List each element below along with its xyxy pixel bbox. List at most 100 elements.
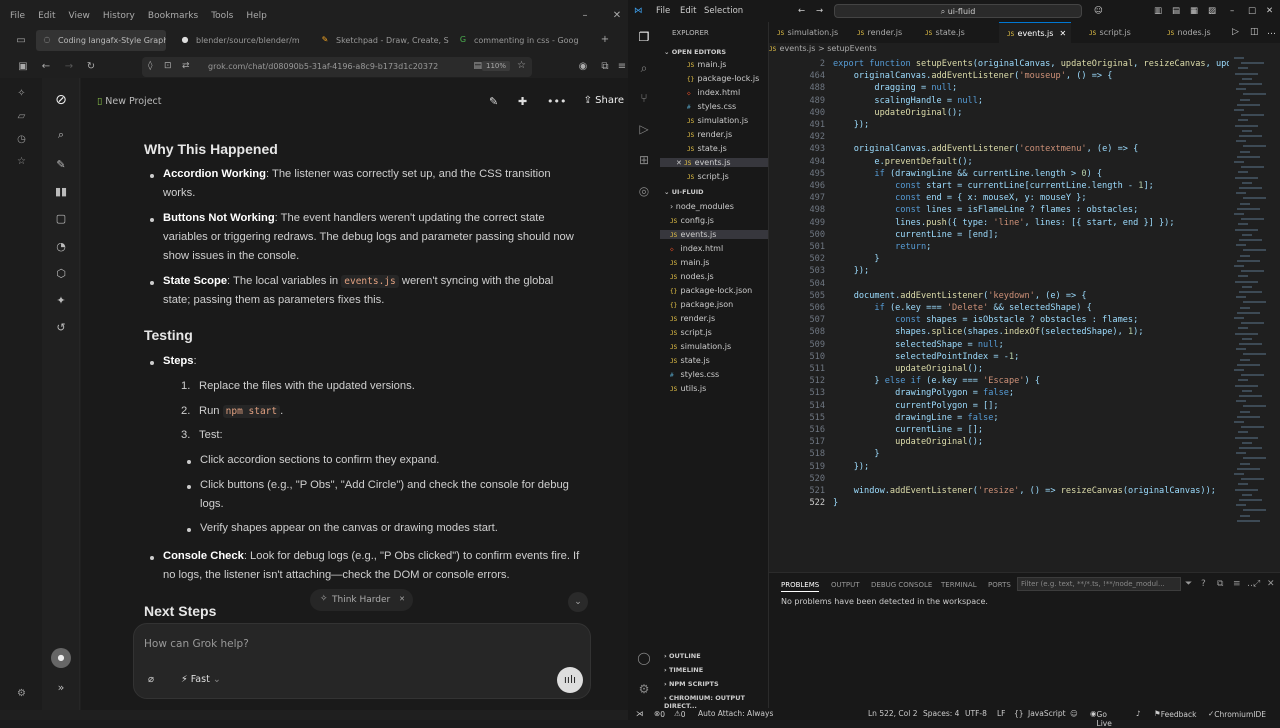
code-line[interactable]: if (e.key === 'Delete' && selectedShape)… — [833, 303, 1091, 313]
browser-tab[interactable]: ✎ Sketchpad - Draw, Create, S — [314, 30, 450, 51]
code-line[interactable]: return; — [833, 242, 931, 252]
tab-output[interactable]: OUTPUT — [831, 581, 860, 589]
file-item[interactable]: {} package.json — [670, 300, 733, 309]
file-item[interactable]: JS script.js — [670, 328, 712, 337]
close-icon[interactable]: ✕ — [1266, 6, 1273, 16]
code-line[interactable]: dragging = null; — [833, 83, 957, 93]
open-file-item[interactable]: JS main.js — [687, 60, 726, 69]
sidebar-toggle-icon[interactable]: ▣ — [17, 61, 29, 72]
menu-history[interactable]: History — [103, 11, 135, 21]
tab-terminal[interactable]: TERMINAL — [941, 581, 977, 589]
menu-view[interactable]: View — [69, 11, 90, 21]
code-line[interactable]: export function setupEvents(originalCanv… — [833, 59, 1229, 69]
menu-tools[interactable]: Tools — [211, 11, 233, 21]
history-icon[interactable]: ↺ — [54, 321, 68, 335]
voice-icon[interactable]: ▮▮ — [54, 185, 68, 199]
toggle-sidebar-icon[interactable]: ▥ — [1154, 6, 1162, 16]
copilot-icon[interactable]: ☺ — [1094, 6, 1103, 16]
errors-count[interactable]: ⊗ 0 — [654, 709, 665, 719]
indentation[interactable]: Spaces: 4 — [923, 709, 959, 718]
editor-tab[interactable]: JS render.js — [849, 22, 902, 43]
customize-icon[interactable]: ⚙ — [15, 688, 28, 701]
code-line[interactable]: const start = currentLine[currentLine.le… — [833, 181, 1154, 191]
settings-gear-icon[interactable]: ⚙ — [636, 682, 652, 698]
code-line[interactable]: drawingPolygon = false; — [833, 388, 1014, 398]
chromium-ide-status[interactable]: ✓ ChromiumIDE — [1208, 709, 1266, 719]
warnings-count[interactable]: ⚠ 0 — [674, 709, 686, 719]
feedback-button[interactable]: ⚑ Feedback — [1154, 709, 1196, 719]
code-line[interactable]: if (drawingLine && currentLine.length > … — [833, 169, 1102, 179]
maximize-panel-icon[interactable]: ⤢ — [1253, 579, 1260, 589]
minimap[interactable] — [1232, 57, 1276, 527]
code-line[interactable]: }); — [833, 266, 870, 276]
code-line[interactable]: drawingLine = false; — [833, 413, 999, 423]
code-line[interactable]: selectedShape = null; — [833, 340, 1004, 350]
auto-attach-status[interactable]: Auto Attach: Always — [698, 709, 773, 718]
file-item[interactable]: JS nodes.js — [670, 272, 714, 281]
code-line[interactable]: const end = { x: mouseX, y: mouseY }; — [833, 193, 1086, 203]
code-line[interactable]: scalingHandle = null; — [833, 96, 983, 106]
projects-icon[interactable]: ⬡ — [54, 267, 68, 281]
history-icon[interactable]: ◷ — [15, 134, 28, 147]
code-line[interactable]: const shapes = isObstacle ? obstacles : … — [833, 315, 1138, 325]
menu-file[interactable]: File — [656, 6, 670, 16]
code-line[interactable]: shapes.splice(shapes.indexOf(selectedSha… — [833, 327, 1143, 337]
synced-tabs-icon[interactable]: ▱ — [15, 111, 28, 124]
chat-input-box[interactable]: How can Grok help? ⌀ ⚡ Fast ⌄ ıılı — [133, 623, 591, 699]
back-icon[interactable]: ← — [40, 61, 52, 72]
command-center[interactable]: ⌕ ui-fluid — [834, 4, 1082, 18]
close-panel-icon[interactable]: ✕ — [1267, 579, 1275, 589]
reload-icon[interactable]: ↻ — [85, 61, 97, 72]
back-icon[interactable]: ← — [798, 6, 805, 16]
encoding[interactable]: UTF-8 — [965, 709, 987, 718]
explorer-icon[interactable]: ❐ — [636, 30, 652, 46]
open-file-item[interactable]: # styles.css — [687, 102, 736, 111]
model-selector[interactable]: ⚡ Fast ⌄ — [181, 674, 221, 685]
filter-icon[interactable]: ⏷ — [1185, 579, 1192, 589]
ai-chatbot-icon[interactable]: ✧ — [15, 88, 28, 101]
code-line[interactable]: } — [833, 254, 879, 264]
cursor-position[interactable]: Ln 522, Col 2 — [868, 709, 917, 718]
maximize-icon[interactable]: □ — [1248, 6, 1256, 16]
code-line[interactable]: originalCanvas.addEventListener('context… — [833, 144, 1139, 154]
code-line[interactable]: } — [833, 498, 838, 508]
folder-item[interactable]: › node_modules — [670, 202, 734, 211]
tasks-icon[interactable]: ◔ — [54, 240, 68, 254]
file-item[interactable]: JS simulation.js — [670, 342, 731, 351]
menu-edit[interactable]: Edit — [38, 11, 55, 21]
menu-selection[interactable]: Selection — [704, 6, 743, 16]
files-icon[interactable]: ▢ — [54, 212, 68, 226]
tab-debug-console[interactable]: DEBUG CONSOLE — [871, 581, 932, 589]
account-icon[interactable]: ◯ — [636, 651, 652, 667]
bookmarks-icon[interactable]: ☆ — [15, 156, 28, 169]
menu-file[interactable]: File — [10, 11, 25, 21]
code-editor[interactable]: 2 export function setupEvents(originalCan… — [769, 57, 1229, 517]
menu-help[interactable]: Help — [246, 11, 267, 21]
code-line[interactable]: document.addEventListener('keydown', (e)… — [833, 291, 1087, 301]
open-file-item[interactable]: {} package-lock.js — [687, 74, 759, 83]
open-file-item[interactable]: JS simulation.js — [687, 116, 748, 125]
eol[interactable]: LF — [997, 709, 1006, 718]
tab-list-icon[interactable]: ▭ — [14, 35, 28, 47]
language-mode[interactable]: JavaScript — [1028, 709, 1066, 718]
tab-ports[interactable]: PORTS — [988, 581, 1011, 589]
file-item[interactable]: {} package-lock.json — [670, 286, 752, 295]
close-icon[interactable]: ✕ — [676, 159, 684, 167]
code-line[interactable]: const lines = isFlameLine ? flames : obs… — [833, 205, 1138, 215]
code-line[interactable]: updateOriginal(); — [833, 437, 983, 447]
code-line[interactable]: window.addEventListener('resize', () => … — [833, 486, 1216, 496]
file-item-active[interactable]: JS events.js — [660, 230, 768, 239]
code-line[interactable]: }); — [833, 462, 870, 472]
open-editors-header[interactable]: ⌄ OPEN EDITORS — [664, 48, 726, 56]
code-line[interactable]: originalCanvas.addEventListener('mouseup… — [833, 71, 1113, 81]
pin-icon[interactable]: ✚ — [518, 95, 527, 108]
code-line[interactable]: currentLine = []; — [833, 425, 983, 435]
url-bar[interactable]: ◊ ⊡ ⇄ grok.com/chat/d08090b5-31af-4196-a… — [142, 57, 532, 77]
extensions-icon[interactable]: ⊞ — [636, 153, 652, 169]
browser-tab[interactable]: ● blender/source/blender/m — [174, 30, 306, 51]
toggle-panel-icon[interactable]: ▤ — [1172, 6, 1180, 16]
open-file-item-active[interactable]: ✕ JS events.js — [660, 158, 768, 167]
more-icon[interactable]: … — [1267, 27, 1276, 37]
editor-tab-active[interactable]: JS events.js ✕ — [999, 22, 1071, 43]
browser-tab[interactable]: ◌ Coding langafx-Style Graph — [36, 30, 166, 51]
